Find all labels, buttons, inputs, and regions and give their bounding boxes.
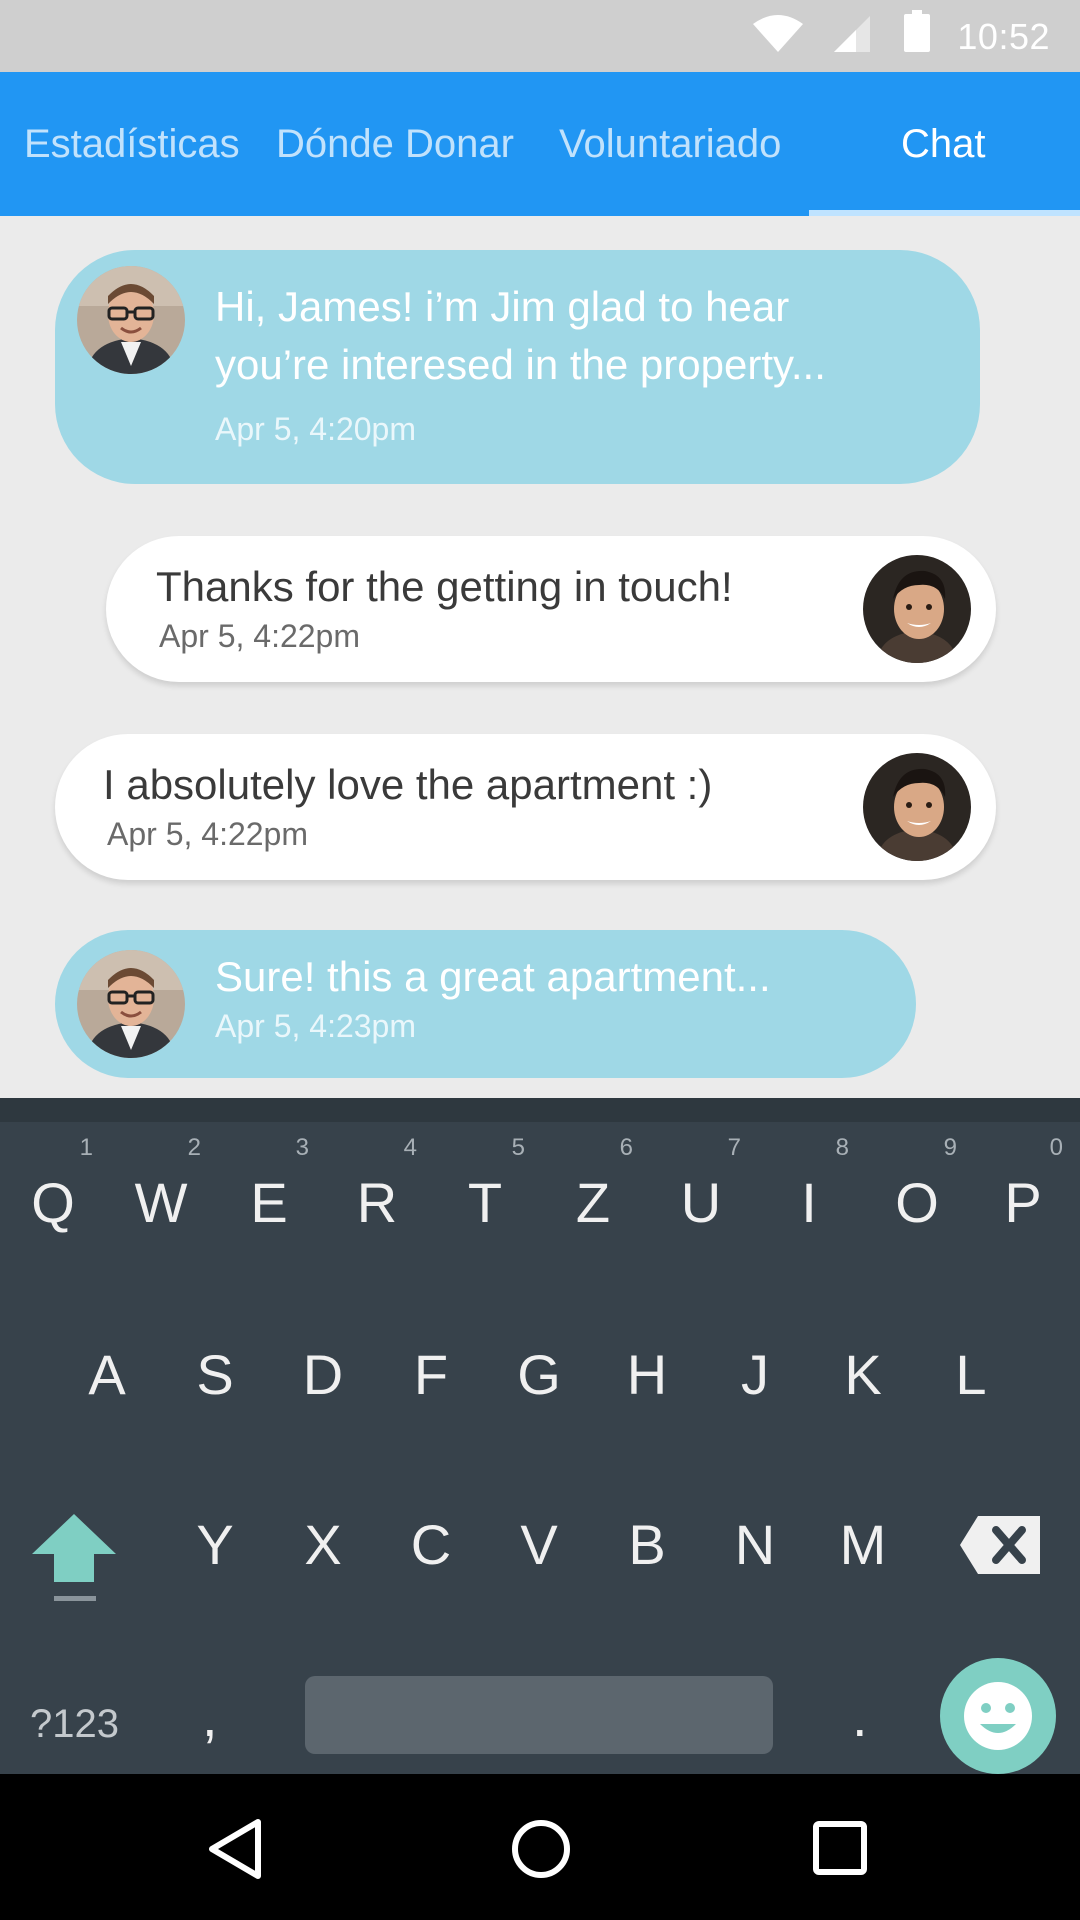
message-text: Hi, James! i’m Jim glad to hear you’re i…	[215, 283, 826, 388]
message-timestamp: Apr 5, 4:22pm	[107, 816, 308, 852]
key-h[interactable]: H	[599, 1342, 695, 1407]
message-text: I absolutely love the apartment :)	[103, 761, 713, 808]
message-timestamp: Apr 5, 4:22pm	[159, 618, 360, 654]
spacebar[interactable]	[305, 1676, 773, 1754]
soft-keyboard: Q1 W2 E3 R4 T5 Z6 U7 I8 O9 P0 A S D F G …	[0, 1098, 1080, 1774]
status-bar: 10:52	[0, 0, 1080, 72]
key-t[interactable]: T5	[437, 1134, 533, 1235]
battery-icon	[904, 10, 930, 52]
key-r[interactable]: R4	[329, 1134, 425, 1235]
smiley-icon	[964, 1682, 1032, 1750]
avatar-jim	[77, 266, 185, 374]
message-bubble-incoming[interactable]: Hi, James! i’m Jim glad to hear you’re i…	[55, 250, 980, 484]
cellular-signal-icon	[834, 16, 870, 52]
symbols-key[interactable]: ?123	[30, 1702, 119, 1747]
key-a[interactable]: A	[59, 1342, 155, 1407]
key-l[interactable]: L	[923, 1342, 1019, 1407]
backspace-icon	[960, 1516, 1040, 1574]
key-y[interactable]: Y	[167, 1512, 263, 1577]
back-icon[interactable]	[206, 1818, 266, 1880]
recents-icon[interactable]	[812, 1820, 868, 1876]
key-o[interactable]: O9	[869, 1134, 965, 1235]
keyboard-suggestion-strip	[0, 1098, 1080, 1122]
tab-estadisticas[interactable]: Estadísticas	[24, 72, 240, 216]
wifi-icon	[753, 15, 803, 52]
tab-donde-donar[interactable]: Dónde Donar	[276, 72, 514, 216]
key-z[interactable]: Z6	[545, 1134, 641, 1235]
message-timestamp: Apr 5, 4:23pm	[215, 1008, 416, 1044]
key-c[interactable]: C	[383, 1512, 479, 1577]
key-s[interactable]: S	[167, 1342, 263, 1407]
message-bubble-incoming[interactable]: Sure! this a great apartment... Apr 5, 4…	[55, 930, 916, 1078]
message-text: Thanks for the getting in touch!	[156, 563, 733, 610]
key-d[interactable]: D	[275, 1342, 371, 1407]
avatar-jim	[77, 950, 185, 1058]
key-v[interactable]: V	[491, 1512, 587, 1577]
key-m[interactable]: M	[815, 1512, 911, 1577]
period-key[interactable]: .	[852, 1684, 868, 1749]
backspace-key[interactable]	[958, 1510, 1044, 1580]
comma-key[interactable]: ,	[202, 1684, 218, 1749]
key-k[interactable]: K	[815, 1342, 911, 1407]
message-text: Sure! this a great apartment...	[215, 953, 771, 1000]
shift-key[interactable]	[30, 1510, 120, 1610]
chat-thread[interactable]: Hi, James! i’m Jim glad to hear you’re i…	[0, 216, 1080, 1100]
key-g[interactable]: G	[491, 1342, 587, 1407]
key-w[interactable]: W2	[113, 1134, 209, 1235]
clock: 10:52	[957, 16, 1050, 57]
key-b[interactable]: B	[599, 1512, 695, 1577]
avatar-james	[863, 753, 971, 861]
key-x[interactable]: X	[275, 1512, 371, 1577]
key-i[interactable]: I8	[761, 1134, 857, 1235]
key-e[interactable]: E3	[221, 1134, 317, 1235]
tab-bar: Estadísticas Dónde Donar Voluntariado Ch…	[0, 72, 1080, 216]
message-bubble-outgoing[interactable]: Thanks for the getting in touch! Apr 5, …	[106, 536, 996, 682]
home-icon[interactable]	[510, 1818, 572, 1880]
tab-chat[interactable]: Chat	[901, 72, 986, 216]
message-timestamp: Apr 5, 4:20pm	[215, 411, 416, 447]
key-f[interactable]: F	[383, 1342, 479, 1407]
key-u[interactable]: U7	[653, 1134, 749, 1235]
system-nav-bar	[0, 1774, 1080, 1920]
key-p[interactable]: P0	[975, 1134, 1071, 1235]
avatar-james	[863, 555, 971, 663]
tab-voluntariado[interactable]: Voluntariado	[559, 72, 781, 216]
key-q[interactable]: Q1	[5, 1134, 101, 1235]
shift-arrow-icon	[32, 1514, 116, 1601]
message-bubble-outgoing[interactable]: I absolutely love the apartment :) Apr 5…	[55, 734, 996, 880]
emoji-key[interactable]	[940, 1658, 1056, 1774]
key-j[interactable]: J	[707, 1342, 803, 1407]
key-n[interactable]: N	[707, 1512, 803, 1577]
